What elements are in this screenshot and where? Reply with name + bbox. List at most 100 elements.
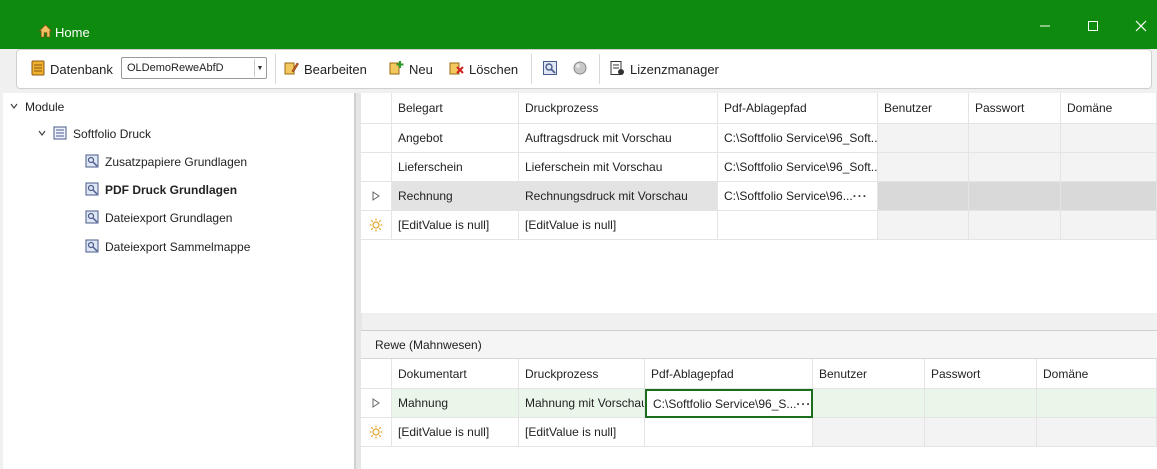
column-header-belegart[interactable]: Belegart [392, 93, 519, 124]
new-row-indicator[interactable] [361, 211, 392, 240]
column-header-benutzer[interactable]: Benutzer [813, 359, 925, 389]
row-indicator[interactable] [361, 124, 392, 153]
chevron-down-icon[interactable]: ▼ [254, 59, 265, 77]
chevron-down-icon[interactable] [37, 127, 47, 141]
table-cell[interactable] [1061, 153, 1157, 182]
close-icon [1135, 20, 1147, 32]
table-cell[interactable]: Mahnung [392, 389, 519, 418]
datenbank-select[interactable]: OLDemoReweAbfD ▼ [121, 57, 267, 79]
table-cell[interactable]: Rechnungsdruck mit Vorschau [519, 182, 718, 211]
table-cell[interactable] [925, 418, 1037, 447]
neu-button[interactable]: Neu [388, 50, 433, 88]
table-cell[interactable] [718, 211, 878, 240]
table-cell[interactable]: C:\Softfolio Service\96_Soft... [718, 124, 878, 153]
table-cell[interactable] [1061, 211, 1157, 240]
maximize-icon [1088, 21, 1098, 31]
table-cell[interactable]: Lieferschein mit Vorschau [519, 153, 718, 182]
table-cell[interactable] [1037, 389, 1157, 418]
tree-item-label: PDF Druck Grundlagen [105, 183, 238, 197]
bearbeiten-button[interactable]: Bearbeiten [283, 50, 367, 88]
settings-document-icon [85, 182, 99, 199]
table-cell[interactable] [813, 418, 925, 447]
minimize-button[interactable] [1035, 16, 1055, 36]
table-cell[interactable] [1061, 124, 1157, 153]
column-header-passwort[interactable]: Passwort [925, 359, 1037, 389]
column-header-domaene[interactable]: Domäne [1061, 93, 1157, 124]
tree-root-label: Module [25, 100, 65, 114]
table-cell[interactable]: [EditValue is null] [519, 418, 645, 447]
column-header-pdf-ablagepfad[interactable]: Pdf-Ablagepfad [718, 93, 878, 124]
table-cell[interactable] [925, 389, 1037, 418]
window-title-label: Home [55, 25, 90, 40]
table-cell[interactable] [645, 418, 813, 447]
loeschen-button[interactable]: Löschen [448, 50, 518, 88]
table-cell[interactable] [813, 389, 925, 418]
sun-icon [369, 218, 383, 232]
column-header-pdf-ablagepfad[interactable]: Pdf-Ablagepfad [645, 359, 813, 389]
group-header-rewe: Rewe (Mahnwesen) [361, 330, 1157, 359]
ellipsis-button[interactable]: ··· [796, 397, 811, 411]
table-cell[interactable]: Lieferschein [392, 153, 519, 182]
table-cell[interactable] [878, 182, 969, 211]
info-button[interactable] [572, 50, 588, 88]
form-icon [53, 126, 67, 143]
pdf-path-editor[interactable]: C:\Softfolio Service\96... ··· [718, 182, 878, 211]
table-cell[interactable]: Angebot [392, 124, 519, 153]
column-header-passwort[interactable]: Passwort [969, 93, 1061, 124]
license-icon [609, 60, 625, 79]
table-cell[interactable] [878, 211, 969, 240]
table-cell[interactable]: Rechnung [392, 182, 519, 211]
row-indicator[interactable] [361, 182, 392, 211]
new-row-indicator[interactable] [361, 418, 392, 447]
table-cell[interactable] [969, 124, 1061, 153]
toolbar: Datenbank OLDemoReweAbfD ▼ Bearbeiten Ne… [16, 49, 1152, 89]
table-cell[interactable]: [EditValue is null] [519, 211, 718, 240]
maximize-button[interactable] [1083, 16, 1103, 36]
settings-document-icon [85, 154, 99, 171]
table-cell[interactable] [1061, 182, 1157, 211]
table-cell[interactable]: [EditValue is null] [392, 418, 519, 447]
column-header-domaene[interactable]: Domäne [1037, 359, 1157, 389]
column-header-benutzer[interactable]: Benutzer [878, 93, 969, 124]
tree-item-dateiexport-sammelmappe[interactable]: Dateiexport Sammelmappe [85, 236, 250, 258]
table-cell[interactable] [878, 153, 969, 182]
new-icon [388, 60, 404, 79]
table-cell[interactable]: [EditValue is null] [392, 211, 519, 240]
tree-item-pdf-druck[interactable]: PDF Druck Grundlagen [85, 179, 237, 201]
table-cell[interactable] [969, 182, 1061, 211]
chevron-down-icon[interactable] [9, 100, 19, 114]
table-cell[interactable] [969, 211, 1061, 240]
pdf-path-value: C:\Softfolio Service\96_S... [653, 396, 797, 411]
pdf-path-editor[interactable]: C:\Softfolio Service\96_S... ··· [645, 389, 813, 418]
row-indicator[interactable] [361, 389, 392, 418]
column-header-druckprozess[interactable]: Druckprozess [519, 93, 718, 124]
close-button[interactable] [1131, 16, 1151, 36]
tree-group-softfolio-druck[interactable]: Softfolio Druck [37, 123, 151, 145]
row-indicator[interactable] [361, 153, 392, 182]
table-cell[interactable] [878, 124, 969, 153]
tree-item-zusatzpapiere[interactable]: Zusatzpapiere Grundlagen [85, 151, 247, 173]
tree-item-dateiexport[interactable]: Dateiexport Grundlagen [85, 207, 232, 229]
database-icon [31, 60, 45, 79]
table-cell[interactable]: Mahnung mit Vorschau [519, 389, 645, 418]
config-button[interactable] [542, 50, 558, 88]
tree-item-label: Dateiexport Grundlagen [105, 211, 233, 225]
tree-group-label: Softfolio Druck [73, 127, 152, 141]
tree-root-module[interactable]: Module [9, 96, 64, 118]
neu-label: Neu [409, 61, 433, 77]
table-cell[interactable] [969, 153, 1061, 182]
pdf-path-value: C:\Softfolio Service\96... [724, 189, 853, 203]
lizenzmanager-button[interactable]: Lizenzmanager [609, 50, 719, 88]
table-cell[interactable] [1037, 418, 1157, 447]
toolbar-separator [275, 54, 276, 84]
ellipsis-button[interactable]: ··· [853, 189, 868, 203]
datenbank-select-value: OLDemoReweAbfD [127, 62, 224, 74]
group-title: Rewe (Mahnwesen) [375, 337, 482, 352]
table-cell[interactable]: C:\Softfolio Service\96_Soft... [718, 153, 878, 182]
belegart-grid: Belegart Druckprozess Pdf-Ablagepfad Ben… [361, 93, 1157, 313]
column-header-druckprozess[interactable]: Druckprozess [519, 359, 645, 389]
tree-item-label: Zusatzpapiere Grundlagen [105, 155, 248, 169]
table-cell[interactable]: Auftragsdruck mit Vorschau [519, 124, 718, 153]
column-header-dokumentart[interactable]: Dokumentart [392, 359, 519, 389]
datenbank-label-item: Datenbank [31, 50, 113, 88]
